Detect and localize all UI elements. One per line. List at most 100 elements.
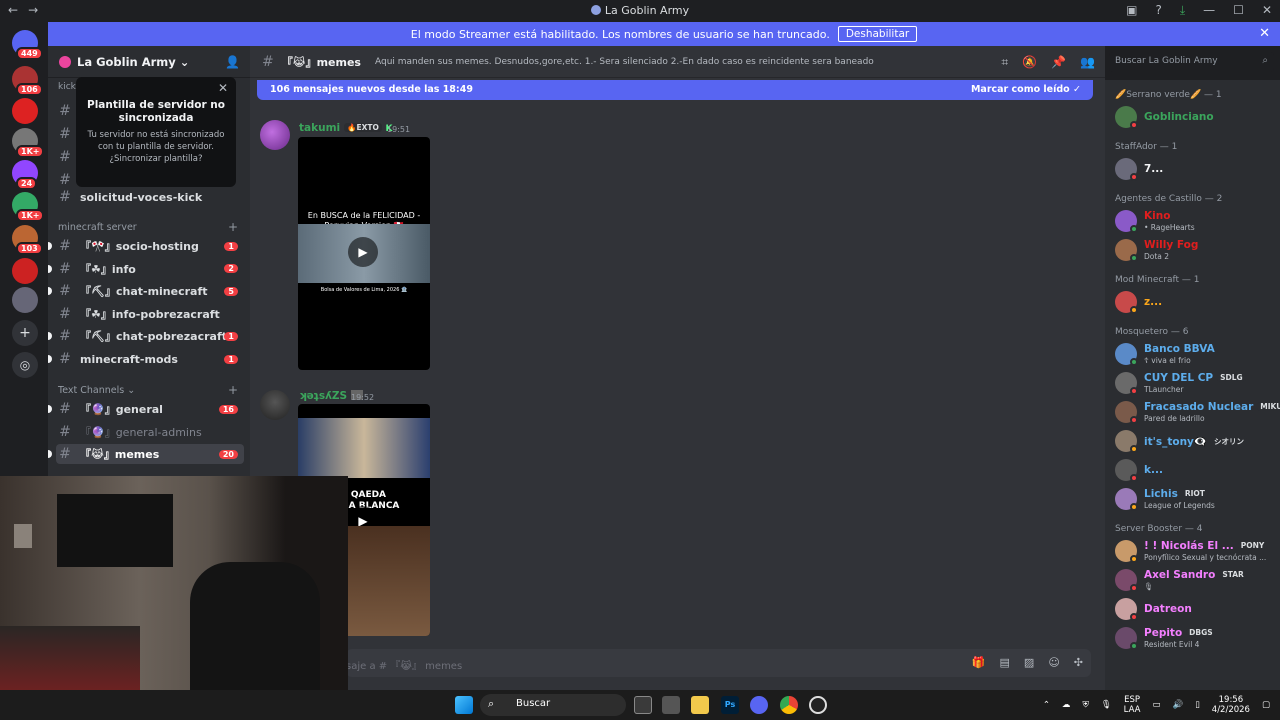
server-icon[interactable]	[12, 287, 38, 313]
channel-item[interactable]: # 『⛏』chat-minecraft 5	[48, 281, 244, 301]
inbox-icon[interactable]: ▣	[1126, 3, 1137, 18]
minimize-icon[interactable]: —	[1203, 3, 1215, 18]
channel-item[interactable]: # 『☘』info 2	[48, 259, 244, 279]
new-messages-bar[interactable]: 106 mensajes nuevos desde las 18:49 Marc…	[257, 80, 1093, 100]
member-item[interactable]: k...	[1113, 457, 1278, 483]
apps-icon[interactable]: ✣	[1074, 656, 1083, 669]
discover-icon[interactable]: ◎	[12, 352, 38, 378]
gif-icon[interactable]: ▤	[1000, 656, 1010, 669]
app-icon[interactable]	[662, 696, 680, 714]
member-item[interactable]: Fracasado Nuclear MIKU Pared de ladrillo	[1113, 399, 1280, 425]
discord-icon[interactable]	[750, 696, 768, 714]
member-list-icon[interactable]: 👥	[1080, 55, 1095, 70]
member-item[interactable]: ! ! Nicolás El ... PONY Ponyfílico Sexual …	[1113, 538, 1278, 564]
channel-solicitud-voces-kick[interactable]: # solicitud-voces-kick	[56, 187, 244, 207]
invite-user-icon[interactable]: 👤	[225, 55, 240, 69]
channel-item[interactable]: # 『⛏』chat-pobrezacraft 1	[48, 326, 244, 346]
battery-icon[interactable]: ▯	[1195, 700, 1200, 710]
add-channel-icon[interactable]: +	[228, 383, 238, 397]
server-icon[interactable]: 449	[12, 30, 43, 60]
mark-as-read-button[interactable]: Marcar como leído ✓	[971, 84, 1081, 95]
obs-icon[interactable]	[809, 696, 827, 714]
avatar[interactable]	[260, 390, 290, 420]
start-icon[interactable]	[455, 696, 473, 714]
gift-icon[interactable]: 🎁	[972, 656, 986, 669]
member-name: CUY DEL CP	[1144, 372, 1214, 384]
server-icon[interactable]: 24	[12, 160, 38, 190]
title-bar: ← → La Goblin Army ▣ ? ⤓ — ☐ ✕	[0, 0, 1280, 22]
server-icon[interactable]: 1K+	[12, 128, 45, 158]
play-icon[interactable]: ▶	[348, 237, 378, 267]
file-explorer-icon[interactable]	[691, 696, 709, 714]
task-view-icon[interactable]	[634, 696, 652, 714]
member-item[interactable]: CUY DEL CP SDLG TLauncher	[1113, 370, 1278, 396]
server-header[interactable]: La Goblin Army ⌄ 👤	[48, 46, 250, 78]
member-item[interactable]: z...	[1113, 289, 1278, 315]
channel-item[interactable]: # 『☘』info-pobrezacraft	[56, 304, 244, 324]
volume-icon[interactable]: 🔊	[1173, 700, 1184, 710]
server-icon[interactable]: 106	[12, 66, 43, 96]
channel-item[interactable]: # 『🔮』general 16	[48, 399, 244, 419]
disable-streamer-button[interactable]: Deshabilitar	[837, 26, 918, 42]
server-icon	[590, 5, 601, 15]
clock[interactable]: 19:56 4/2/2026	[1212, 695, 1250, 715]
popup-close-icon[interactable]: ✕	[218, 81, 228, 95]
member-item[interactable]: Kino • RageHearts	[1113, 208, 1278, 234]
server-icon[interactable]	[12, 98, 38, 124]
member-item[interactable]: it's_tony👁‍🗨 シオリン	[1113, 428, 1278, 454]
channel-item[interactable]: # 『😹』memes 20	[48, 444, 244, 464]
close-icon[interactable]: ✕	[1262, 3, 1272, 18]
member-group-header: Mod Minecraft — 1	[1115, 275, 1200, 285]
mic-icon[interactable]: 🎙	[1101, 700, 1112, 710]
channel-topic[interactable]: Aqui manden sus memes. Desnudos,gore,etc…	[375, 57, 874, 67]
member-item[interactable]: Willy Fog Dota 2	[1113, 237, 1278, 263]
taskbar-search[interactable]: ⌕ Buscar	[480, 694, 626, 716]
member-item[interactable]: Pepito DBGS Resident Evil 4	[1113, 625, 1278, 651]
member-activity: TLauncher	[1144, 385, 1184, 394]
tray-chevron-icon[interactable]: ⌃	[1043, 700, 1050, 710]
notification-icon[interactable]: ▢	[1262, 700, 1270, 710]
member-item[interactable]: Axel Sandro STAR 🎙	[1113, 567, 1278, 593]
category-kick[interactable]: kick	[58, 82, 76, 92]
emoji-icon[interactable]: ☺	[1048, 656, 1059, 669]
member-item[interactable]: 7...	[1113, 156, 1278, 182]
network-icon[interactable]: ▭	[1152, 700, 1160, 710]
notifications-icon[interactable]: 🔕	[1022, 55, 1037, 70]
guild-tag: RIOT	[1181, 489, 1208, 498]
hash-icon: #	[59, 305, 71, 322]
member-item[interactable]: Banco BBVA ☦ viva el frio	[1113, 341, 1278, 367]
maximize-icon[interactable]: ☐	[1233, 3, 1244, 18]
help-icon[interactable]: ?	[1155, 3, 1161, 18]
channel-item[interactable]: # minecraft-mods 1	[48, 349, 244, 369]
server-icon[interactable]	[12, 258, 38, 284]
add-channel-icon[interactable]: +	[228, 220, 238, 234]
server-icon[interactable]: 103	[12, 225, 43, 255]
download-icon[interactable]: ⤓	[1180, 3, 1185, 18]
video-attachment[interactable]: En BUSCA de la FELICIDAD - Peruvian Vers…	[298, 137, 430, 370]
channel-item[interactable]: # 『🔮』general-admins	[56, 422, 244, 442]
category-minecraft-server[interactable]: minecraft server +	[58, 220, 242, 234]
photoshop-icon[interactable]: Ps	[721, 696, 739, 714]
member-name-row: Axel Sandro STAR	[1144, 569, 1247, 581]
security-icon[interactable]: ⛨	[1082, 700, 1088, 710]
pin-icon[interactable]: 📌	[1051, 55, 1066, 70]
chrome-icon[interactable]	[780, 696, 798, 714]
message-author[interactable]: takumi 🔥EXTO K	[299, 122, 393, 134]
language-indicator[interactable]: ESP LAA	[1124, 695, 1141, 715]
server-icon[interactable]: 1K+	[12, 192, 45, 222]
member-activity: Ponyfílico Sexual y tecnócrata ...	[1144, 553, 1267, 562]
banner-close-icon[interactable]: ✕	[1259, 26, 1270, 41]
add-server-icon[interactable]: +	[12, 320, 38, 346]
category-text-channels[interactable]: Text Channels ⌄ +	[58, 383, 242, 397]
channel-item[interactable]: # 『🎌』socio-hosting 1	[48, 236, 244, 256]
member-item[interactable]: Datreon	[1113, 596, 1278, 622]
search-input[interactable]: Buscar La Goblin Army ⌕	[1109, 52, 1274, 72]
member-name-row: Banco BBVA	[1144, 343, 1215, 355]
message-composer[interactable]: saje a # 『😹』 memes 🎁 ▤ ▨ ☺ ✣	[346, 649, 1091, 677]
threads-icon[interactable]: ⌗	[1001, 55, 1008, 70]
avatar[interactable]	[260, 120, 290, 150]
member-item[interactable]: Lichis RIOT League of Legends	[1113, 486, 1278, 512]
member-item[interactable]: Goblinciano	[1113, 104, 1278, 130]
sticker-icon[interactable]: ▨	[1024, 656, 1034, 669]
onedrive-icon[interactable]: ☁	[1062, 700, 1071, 710]
